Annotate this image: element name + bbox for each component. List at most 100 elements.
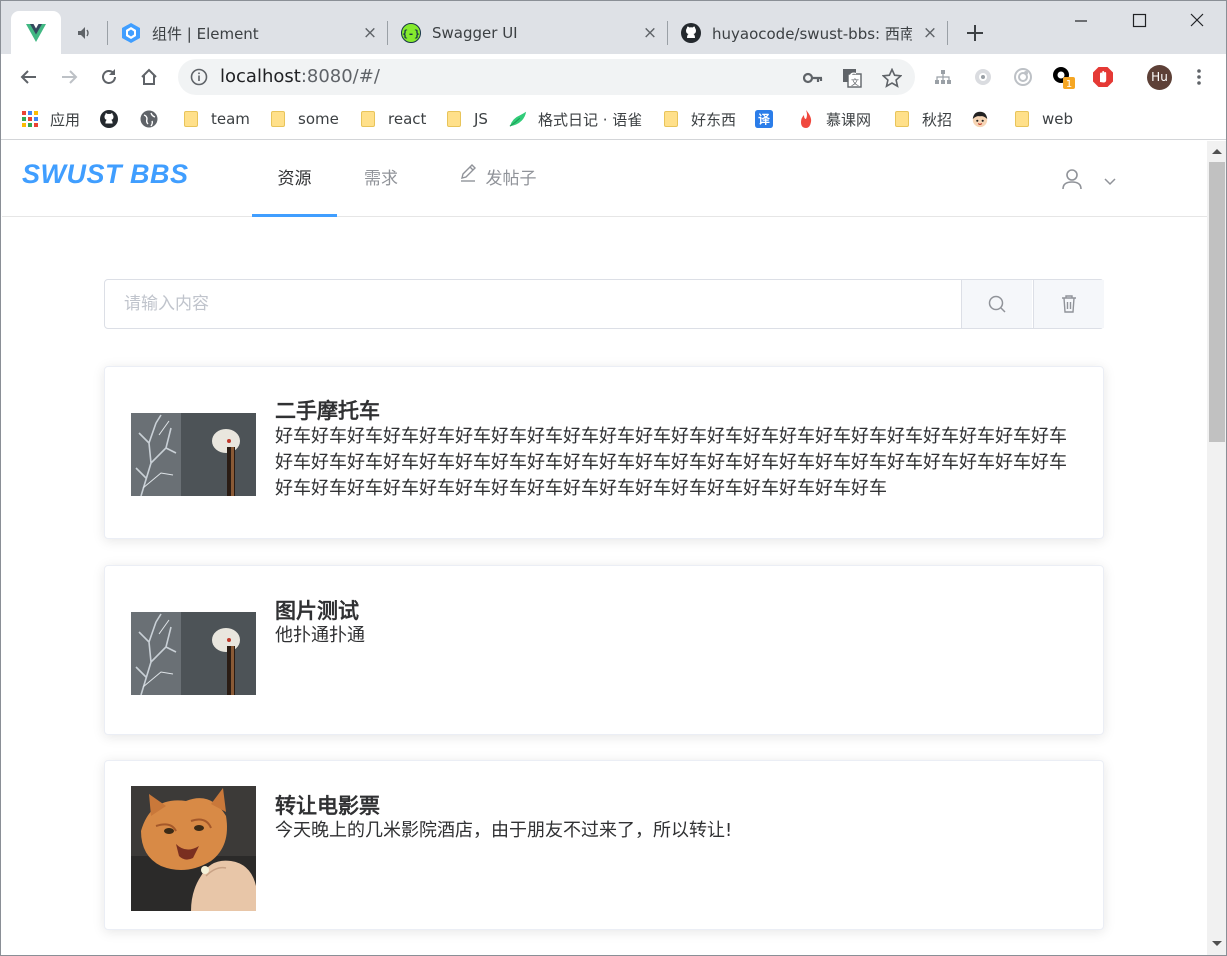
tab-separator bbox=[107, 21, 108, 45]
user-icon[interactable] bbox=[1060, 167, 1084, 195]
loop-extension-icon[interactable]: 1 bbox=[1051, 65, 1075, 89]
scroll-down-icon[interactable] bbox=[1212, 941, 1222, 946]
bookmark-label: JS bbox=[474, 110, 488, 128]
post-title[interactable]: 转让电影票 bbox=[275, 790, 380, 820]
info-icon[interactable] bbox=[190, 68, 208, 90]
cat-photo-image bbox=[131, 786, 256, 911]
back-icon[interactable] bbox=[14, 62, 44, 92]
branch-photo-image bbox=[131, 612, 256, 695]
bookmark-label: 慕课网 bbox=[826, 110, 872, 129]
search-icon bbox=[988, 295, 1006, 313]
svg-text:{-}: {-} bbox=[402, 29, 420, 40]
tab-vue-app[interactable] bbox=[11, 11, 61, 55]
post-body: 他扑通扑通 bbox=[275, 625, 365, 646]
tab-swagger[interactable]: {-} Swagger UI × bbox=[389, 11, 667, 55]
translate-icon: 译 bbox=[755, 110, 773, 128]
post-card[interactable]: 二手摩托车 好车好车好车好车好车好车好车好车好车好车好车好车好车好车好车好车好车… bbox=[104, 366, 1104, 539]
bookmark-folder-react[interactable]: react bbox=[359, 108, 426, 130]
swagger-icon: {-} bbox=[401, 23, 421, 43]
extension-badge: 1 bbox=[1066, 79, 1072, 89]
bookmark-folder-web[interactable]: web bbox=[1013, 108, 1073, 130]
bookmark-label: react bbox=[388, 110, 427, 128]
address-bar[interactable]: localhost:8080/#/ G文 bbox=[178, 59, 915, 95]
close-icon[interactable]: × bbox=[361, 24, 379, 42]
sitemap-extension-icon[interactable] bbox=[931, 65, 955, 89]
bookmark-github[interactable] bbox=[100, 108, 129, 130]
menu-dots-icon[interactable] bbox=[1187, 65, 1211, 89]
reload-icon[interactable] bbox=[94, 62, 124, 92]
new-tab-icon[interactable] bbox=[963, 21, 987, 45]
nav-resources[interactable]: 资源 bbox=[252, 141, 337, 217]
bookmark-apps[interactable]: 应用 bbox=[21, 108, 80, 130]
close-icon[interactable]: × bbox=[921, 24, 939, 42]
key-icon[interactable] bbox=[802, 67, 824, 89]
post-body: 今天晚上的几米影院酒店，由于朋友不过来了，所以转让! bbox=[275, 820, 733, 841]
post-title[interactable]: 图片测试 bbox=[275, 595, 359, 625]
site-logo[interactable]: SWUST BBS bbox=[22, 159, 189, 190]
bookmark-avatar-site[interactable] bbox=[971, 108, 1000, 130]
bookmark-yuque[interactable]: 格式日记 · 语雀 bbox=[509, 108, 642, 130]
browser-window: 组件 | Element × {-} Swagger UI × huyaocod… bbox=[0, 0, 1227, 956]
bookmark-label: team bbox=[211, 110, 250, 128]
nav-new-post[interactable]: 发帖子 bbox=[442, 141, 552, 217]
translate-icon[interactable]: G文 bbox=[841, 67, 863, 89]
bookmark-label: 好东西 bbox=[691, 110, 737, 129]
bookmark-folder-autumn[interactable]: 秋招 bbox=[893, 108, 952, 130]
post-card[interactable]: 转让电影票 今天晚上的几米影院酒店，由于朋友不过来了，所以转让! bbox=[104, 760, 1104, 930]
trash-icon bbox=[1062, 295, 1076, 313]
folder-icon bbox=[445, 110, 463, 128]
apps-grid-icon bbox=[21, 110, 39, 128]
branch-photo-image bbox=[131, 413, 256, 496]
bookmark-folder-team[interactable]: team bbox=[182, 108, 250, 130]
chevron-down-icon[interactable] bbox=[1103, 172, 1117, 191]
adblock-icon[interactable] bbox=[1091, 65, 1115, 89]
page-scrollbar[interactable] bbox=[1207, 141, 1226, 955]
post-image[interactable] bbox=[131, 612, 256, 695]
maximize-icon[interactable] bbox=[1125, 7, 1153, 35]
tab-separator bbox=[387, 21, 388, 45]
target-extension-icon[interactable] bbox=[1011, 65, 1035, 89]
post-image[interactable] bbox=[131, 413, 256, 496]
minimize-icon[interactable] bbox=[1067, 7, 1095, 35]
tab-element[interactable]: 组件 | Element × bbox=[109, 11, 387, 55]
bookmark-imooc[interactable]: 慕课网 bbox=[797, 108, 871, 130]
bookmark-globe[interactable] bbox=[140, 108, 169, 130]
github-icon bbox=[100, 110, 118, 128]
bookmark-folder-goodstuff[interactable]: 好东西 bbox=[662, 108, 736, 130]
tab-github[interactable]: huyaocode/swust-bbs: 西南 × bbox=[669, 11, 947, 55]
scroll-up-icon[interactable] bbox=[1212, 149, 1222, 154]
gear-extension-icon[interactable] bbox=[971, 65, 995, 89]
url-text[interactable]: localhost:8080/#/ bbox=[220, 66, 380, 87]
scrollbar-thumb[interactable] bbox=[1209, 162, 1225, 442]
forward-icon[interactable] bbox=[54, 62, 84, 92]
post-image[interactable] bbox=[131, 786, 256, 911]
search-input[interactable] bbox=[105, 280, 961, 328]
post-title[interactable]: 二手摩托车 bbox=[275, 395, 380, 425]
search-button[interactable] bbox=[961, 280, 1032, 328]
svg-text:文: 文 bbox=[851, 77, 859, 87]
tab-title: 组件 | Element bbox=[152, 24, 259, 43]
bookmark-label: 格式日记 · 语雀 bbox=[538, 110, 643, 129]
bookmark-label: some bbox=[298, 110, 339, 128]
post-card[interactable]: 图片测试 他扑通扑通 bbox=[104, 565, 1104, 735]
clear-button[interactable] bbox=[1033, 280, 1104, 328]
post-body: 好车好车好车好车好车好车好车好车好车好车好车好车好车好车好车好车好车好车好车好车… bbox=[275, 426, 1067, 499]
tab-separator bbox=[667, 21, 668, 45]
bookmark-label: 秋招 bbox=[922, 110, 953, 129]
window-close-icon[interactable] bbox=[1183, 7, 1211, 35]
speaker-mute-icon bbox=[75, 23, 95, 43]
profile-avatar[interactable]: Hu bbox=[1147, 65, 1172, 90]
bookmark-translate[interactable]: 译 bbox=[755, 108, 784, 130]
home-icon[interactable] bbox=[134, 62, 164, 92]
nav-requests[interactable]: 需求 bbox=[342, 141, 420, 217]
tab-separator bbox=[947, 21, 948, 45]
browser-toolbar: localhost:8080/#/ G文 1 Hu bbox=[1, 54, 1226, 100]
bookmark-folder-some[interactable]: some bbox=[269, 108, 339, 130]
close-icon[interactable]: × bbox=[641, 24, 659, 42]
bookmarks-bar: 应用 team some react JS 格式日记 · 语雀 好东西 译 慕课… bbox=[1, 100, 1226, 140]
vue-icon bbox=[26, 23, 46, 43]
tab-strip: 组件 | Element × {-} Swagger UI × huyaocod… bbox=[1, 1, 1226, 55]
tab-muted[interactable] bbox=[63, 11, 107, 55]
bookmark-folder-js[interactable]: JS bbox=[445, 108, 488, 130]
star-icon[interactable] bbox=[881, 67, 903, 89]
